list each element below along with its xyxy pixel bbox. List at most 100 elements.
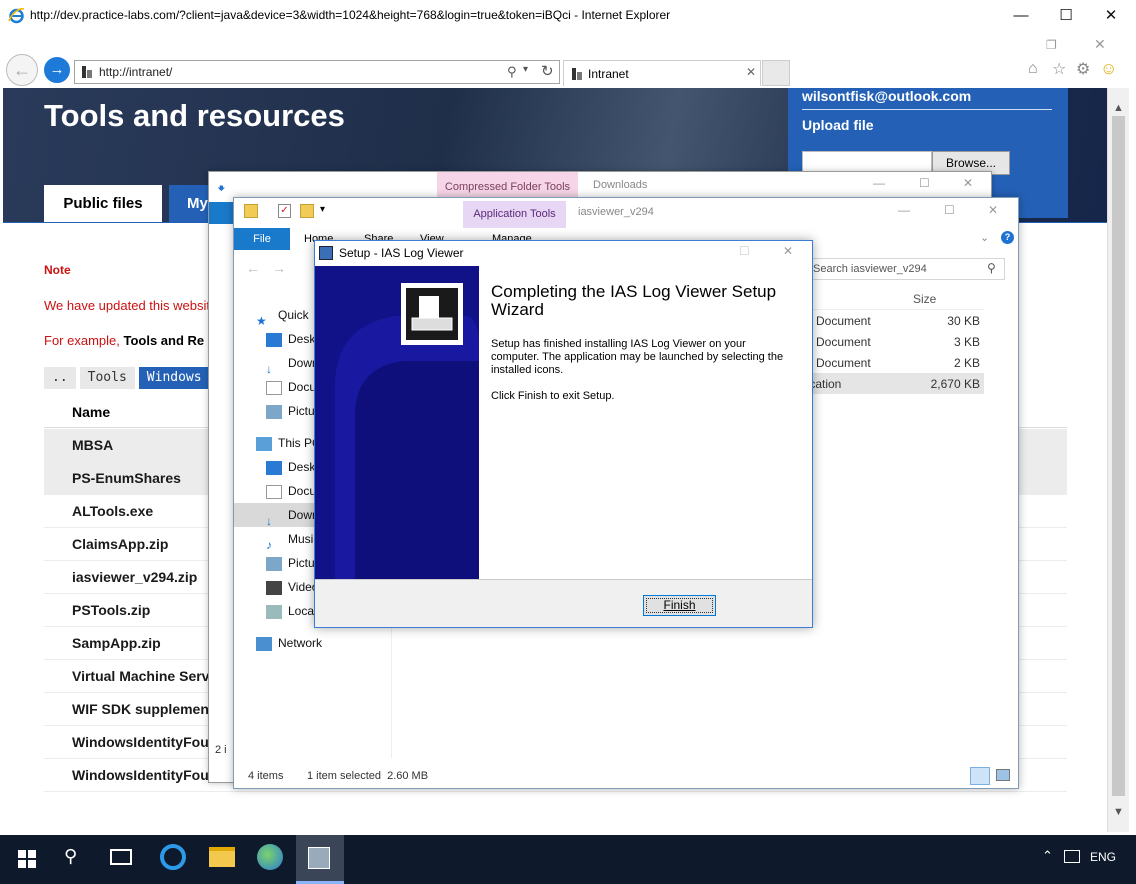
scroll-thumb[interactable] xyxy=(1112,116,1125,796)
explorer-title-bar: 🠻 Compressed Folder Tools Downloads — ☐ … xyxy=(209,172,991,200)
close-button[interactable]: ✕ xyxy=(963,176,973,190)
maximize-button[interactable]: ☐ xyxy=(944,203,955,217)
compressed-tools-tab[interactable]: Compressed Folder Tools xyxy=(437,172,578,200)
table-row[interactable]: Document 2 KB xyxy=(804,352,984,373)
search-icon[interactable]: ⚲ xyxy=(987,261,996,275)
note-label: Note xyxy=(44,263,71,277)
tab-file[interactable]: File xyxy=(234,228,290,250)
minimize-button[interactable]: — xyxy=(898,203,910,217)
wizard-graphic xyxy=(315,266,479,579)
status-items: 4 items xyxy=(248,770,284,782)
table-row-selected[interactable]: lication 2,670 KB xyxy=(804,373,984,394)
dropdown-icon[interactable]: ▾ xyxy=(523,64,528,75)
setup-dialog[interactable]: Setup - IAS Log Viewer ☐ ✕ Completing th… xyxy=(314,240,813,628)
finish-button[interactable]: Finish xyxy=(643,595,716,616)
search-icon[interactable]: ⚲ xyxy=(507,64,517,80)
divider xyxy=(802,109,1052,110)
application-tools-tab[interactable]: Application Tools xyxy=(463,201,566,228)
breadcrumb-up[interactable]: .. xyxy=(44,367,76,389)
file-explorer-icon[interactable] xyxy=(209,847,235,867)
back-button[interactable]: ← xyxy=(6,54,38,86)
new-tab-button[interactable] xyxy=(762,60,790,86)
search-icon[interactable]: ⚲ xyxy=(64,846,77,867)
page-icon xyxy=(572,68,582,80)
note-text: We have updated this websit xyxy=(44,298,210,313)
breadcrumb: .. Tools Windows xyxy=(44,367,210,389)
favorites-star-icon[interactable]: ☆ xyxy=(1052,59,1066,79)
maximize-button[interactable]: ☐ xyxy=(919,176,930,190)
drive-icon xyxy=(266,604,282,619)
properties-icon[interactable]: ✓ xyxy=(278,204,291,218)
download-icon: 🠻 xyxy=(217,180,226,196)
ribbon-expand-icon[interactable]: ⌄ xyxy=(980,231,989,244)
close-button[interactable]: ✕ xyxy=(1088,4,1134,28)
address-text[interactable]: http://intranet/ xyxy=(99,65,172,79)
new-folder-icon[interactable] xyxy=(300,204,314,218)
address-bar[interactable]: http://intranet/ ⚲ ▾ ↻ xyxy=(74,60,560,84)
breadcrumb-tools[interactable]: Tools xyxy=(79,367,135,389)
column-size[interactable]: Size xyxy=(913,292,936,306)
help-icon[interactable]: ? xyxy=(1001,231,1014,244)
forward-arrow-icon[interactable]: → xyxy=(272,260,286,276)
large-icons-view-icon[interactable] xyxy=(996,769,1010,781)
search-input[interactable]: Search iasviewer_v294 ⚲ xyxy=(806,258,1005,280)
task-view-icon[interactable] xyxy=(110,849,132,865)
tab-label: Intranet xyxy=(588,67,629,81)
network-icon xyxy=(256,636,272,651)
tab-close-icon[interactable]: ✕ xyxy=(746,65,756,79)
forward-button[interactable]: → xyxy=(44,57,70,83)
quick-access-dropdown-icon[interactable]: ▾ xyxy=(320,204,325,215)
upload-file-input[interactable] xyxy=(802,151,932,173)
example-prefix: For example, xyxy=(44,333,120,348)
taskbar: ⚲ ⌃ ENG xyxy=(0,835,1136,884)
setup-body-text: Setup has finished installing IAS Log Vi… xyxy=(491,338,784,376)
close-button[interactable]: ✕ xyxy=(988,203,998,217)
globe-app-icon[interactable] xyxy=(257,844,283,870)
ie-title-bar: http://dev.practice-labs.com/?client=jav… xyxy=(0,0,1136,32)
breadcrumb-windows[interactable]: Windows xyxy=(138,367,210,389)
page-scrollbar[interactable]: ▲ ▼ xyxy=(1107,88,1129,832)
scroll-down-icon[interactable]: ▼ xyxy=(1113,806,1124,818)
internet-explorer-icon[interactable] xyxy=(160,844,186,870)
setup-app-icon xyxy=(319,246,333,260)
close-button[interactable]: ✕ xyxy=(783,244,793,258)
desktop-icon xyxy=(266,460,282,475)
maximize-button: ☐ xyxy=(739,244,750,258)
language-indicator[interactable]: ENG xyxy=(1090,850,1116,864)
tab-intranet[interactable]: Intranet ✕ xyxy=(563,60,761,86)
nav-network[interactable]: Network xyxy=(256,631,356,655)
video-icon xyxy=(266,580,282,595)
home-icon[interactable]: ⌂ xyxy=(1028,60,1038,78)
file-tab[interactable] xyxy=(209,202,234,224)
upload-label: Upload file xyxy=(802,117,874,133)
explorer-title-bar: ✓ ▾ Application Tools iasviewer_v294 — ☐… xyxy=(234,198,1018,228)
details-view-icon[interactable] xyxy=(970,767,990,785)
table-row[interactable]: Document 30 KB xyxy=(804,310,984,331)
example-line: For example, Tools and Re xyxy=(44,333,204,348)
windows-start-icon[interactable] xyxy=(18,850,36,868)
minimize-button[interactable]: — xyxy=(998,4,1044,28)
explorer-title: iasviewer_v294 xyxy=(578,206,654,218)
back-arrow-icon[interactable]: ← xyxy=(246,260,260,276)
setup-taskbar-button[interactable] xyxy=(296,835,344,884)
scroll-up-icon[interactable]: ▲ xyxy=(1113,102,1124,114)
refresh-icon[interactable]: ↻ xyxy=(541,62,554,80)
table-row[interactable]: Document 3 KB xyxy=(804,331,984,352)
setup-exit-text: Click Finish to exit Setup. xyxy=(491,390,615,402)
maximize-button[interactable]: ☐ xyxy=(1043,4,1089,28)
tab-close-icon[interactable]: ✕ xyxy=(1094,36,1106,53)
music-icon: ♪ xyxy=(266,537,272,552)
status-text: 2 i xyxy=(215,744,227,756)
setup-wizard-image xyxy=(315,266,479,579)
picture-icon xyxy=(266,556,282,571)
picture-icon xyxy=(266,404,282,419)
setup-window-title: Setup - IAS Log Viewer xyxy=(339,246,464,260)
tab-public-files[interactable]: Public files xyxy=(44,185,162,222)
smiley-feedback-icon[interactable]: ☺ xyxy=(1100,59,1117,79)
network-status-icon[interactable] xyxy=(1064,850,1080,863)
minimize-button[interactable]: — xyxy=(873,176,885,190)
chevron-up-icon[interactable]: ⌃ xyxy=(1042,848,1053,864)
setup-footer: Finish xyxy=(315,579,812,627)
settings-gear-icon[interactable]: ⚙ xyxy=(1076,59,1090,79)
restore-icon[interactable]: ❐ xyxy=(1046,38,1057,52)
